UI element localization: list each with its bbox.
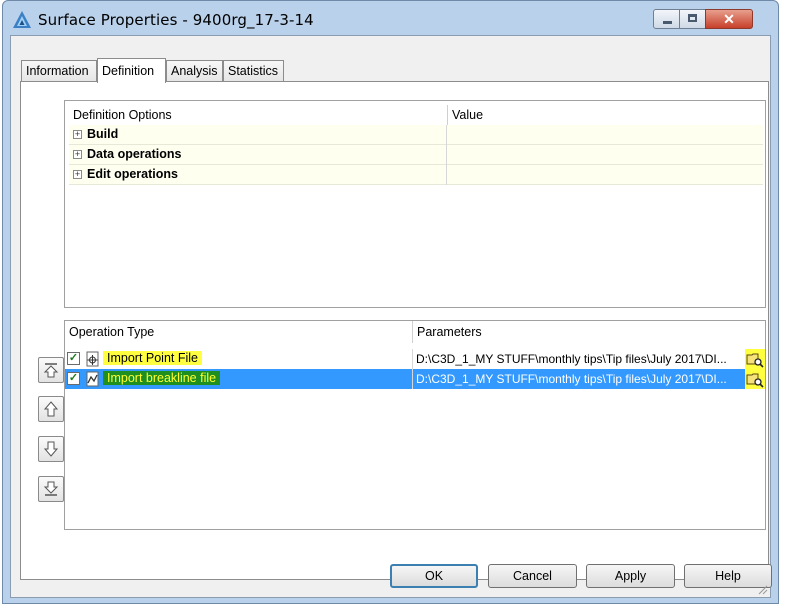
expand-plus-icon[interactable]: +: [73, 170, 82, 179]
operations-header: Operation Type Parameters: [65, 321, 765, 343]
apply-button[interactable]: Apply: [586, 564, 675, 588]
parameters-path: D:\C3D_1_MY STUFF\monthly tips\Tip files…: [416, 372, 727, 386]
breakline-icon: [86, 371, 99, 387]
point-file-icon: [86, 351, 99, 367]
folder-search-icon: [746, 373, 764, 388]
operations-grid: Operation Type Parameters ✓ Import Point…: [64, 320, 766, 530]
folder-search-icon: [746, 353, 764, 368]
browse-folder-button[interactable]: [745, 369, 765, 389]
expand-plus-icon[interactable]: +: [73, 150, 82, 159]
option-label: Edit operations: [87, 167, 178, 181]
close-icon: ✕: [723, 11, 735, 27]
option-name-cell: + Data operations: [69, 145, 447, 165]
cancel-button[interactable]: Cancel: [488, 564, 577, 588]
definition-tab-pane: Definition Options Value + Build + Data …: [20, 81, 769, 580]
operation-type-cell: ✓ Import Point File: [65, 349, 412, 369]
option-label: Build: [87, 127, 119, 141]
column-header-value[interactable]: Value: [447, 105, 763, 125]
window-title: Surface Properties - 9400rg_17-3-14: [38, 11, 314, 29]
arrow-down-bottom-icon: [43, 481, 59, 496]
option-value-cell[interactable]: [447, 145, 763, 165]
dialog-window: Surface Properties - 9400rg_17-3-14 ✕ In…: [2, 0, 779, 604]
move-up-button[interactable]: [38, 396, 64, 422]
close-button[interactable]: ✕: [705, 9, 753, 29]
browse-folder-button[interactable]: [745, 349, 765, 369]
column-header-definition-options[interactable]: Definition Options: [69, 105, 447, 125]
expand-plus-icon[interactable]: +: [73, 130, 82, 139]
option-row-build[interactable]: + Build: [69, 125, 763, 145]
arrow-up-top-icon: [43, 363, 59, 378]
tab-information[interactable]: Information: [21, 60, 97, 81]
parameters-path: D:\C3D_1_MY STUFF\monthly tips\Tip files…: [416, 352, 727, 366]
option-name-cell: + Build: [69, 125, 447, 145]
arrow-up-icon: [43, 401, 59, 417]
maximize-button[interactable]: [679, 9, 706, 29]
operation-type-cell: ✓ Import breakline file: [65, 369, 412, 389]
tab-analysis[interactable]: Analysis: [166, 60, 223, 81]
civil3d-app-icon: [13, 11, 31, 28]
operation-enabled-checkbox[interactable]: ✓: [67, 352, 80, 365]
definition-options-header: Definition Options Value: [69, 105, 763, 125]
operation-row-import-point-file[interactable]: ✓ Import Point File D:\C3D_1_MY STUFF\mo…: [65, 349, 765, 369]
option-row-edit-operations[interactable]: + Edit operations: [69, 165, 763, 185]
tab-definition[interactable]: Definition: [97, 58, 166, 83]
resize-grip-icon[interactable]: [756, 583, 768, 595]
tab-statistics[interactable]: Statistics: [223, 60, 284, 81]
operation-label: Import Point File: [103, 351, 203, 365]
option-label: Data operations: [87, 147, 182, 161]
operation-parameters-cell[interactable]: D:\C3D_1_MY STUFF\monthly tips\Tip files…: [412, 349, 765, 369]
ok-button[interactable]: OK: [390, 564, 478, 588]
column-header-parameters[interactable]: Parameters: [412, 321, 765, 343]
operation-row-import-breakline-file[interactable]: ✓ Import breakline file D:\C3D_1_MY STUF…: [65, 369, 765, 389]
option-row-data-operations[interactable]: + Data operations: [69, 145, 763, 165]
option-value-cell[interactable]: [447, 125, 763, 145]
option-value-cell[interactable]: [447, 165, 763, 185]
column-header-operation-type[interactable]: Operation Type: [65, 321, 412, 343]
dialog-client-area: Information Definition Analysis Statisti…: [10, 35, 772, 598]
option-name-cell: + Edit operations: [69, 165, 447, 185]
move-down-button[interactable]: [38, 436, 64, 462]
maximize-icon: [688, 14, 697, 22]
definition-options-grid: Definition Options Value + Build + Data …: [64, 100, 766, 308]
move-to-bottom-button[interactable]: [38, 476, 64, 502]
operation-label: Import breakline file: [103, 371, 221, 385]
title-bar[interactable]: Surface Properties - 9400rg_17-3-14 ✕: [3, 1, 778, 35]
minimize-button[interactable]: [653, 9, 680, 29]
operation-enabled-checkbox[interactable]: ✓: [67, 372, 80, 385]
minimize-icon: [663, 21, 672, 24]
arrow-down-icon: [43, 441, 59, 457]
operation-parameters-cell[interactable]: D:\C3D_1_MY STUFF\monthly tips\Tip files…: [412, 369, 765, 389]
move-to-top-button[interactable]: [38, 357, 64, 383]
